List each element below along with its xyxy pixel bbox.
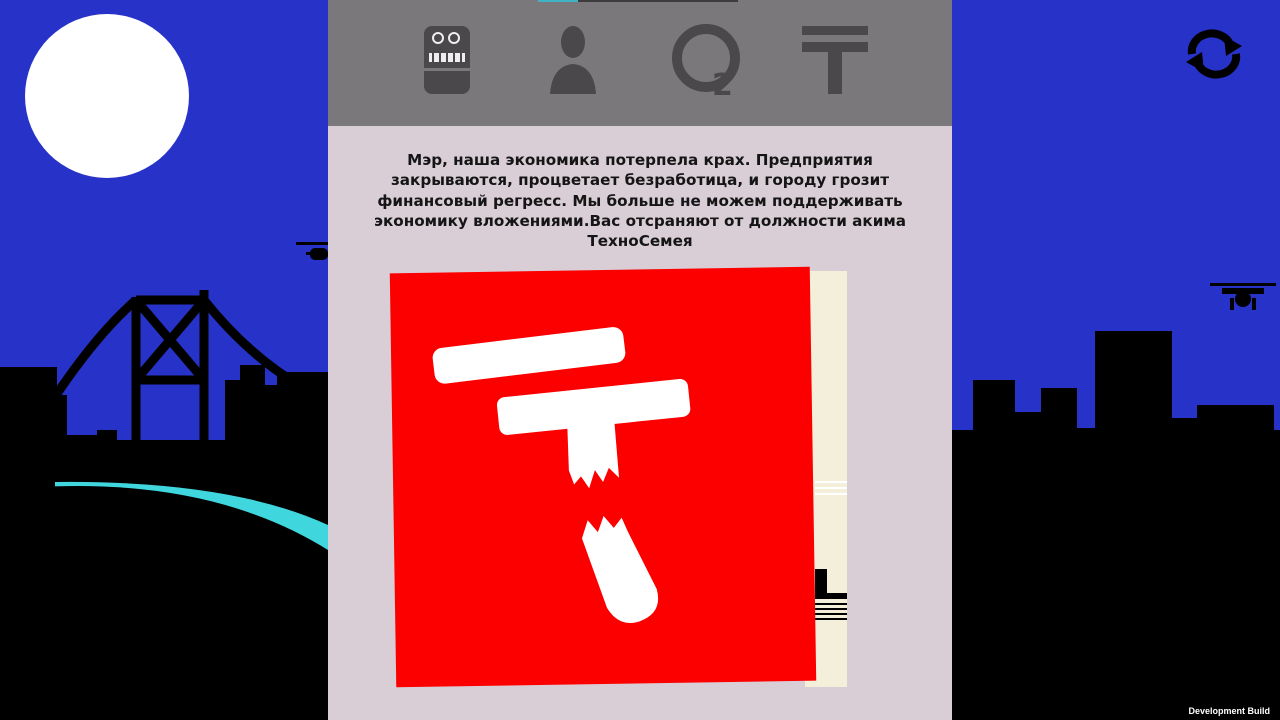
o2-icon[interactable]: 2 xyxy=(670,22,750,100)
svg-text:2: 2 xyxy=(712,68,733,100)
person-icon[interactable] xyxy=(540,22,620,100)
event-message: Мэр, наша экономика потерпела крах. Пред… xyxy=(373,151,907,251)
restart-icon[interactable] xyxy=(1180,28,1248,80)
progress-bar xyxy=(538,0,738,2)
broken-tenge-icon xyxy=(432,327,691,623)
tenge-icon[interactable] xyxy=(796,22,876,100)
decision-card[interactable] xyxy=(389,266,817,688)
moon xyxy=(25,14,189,178)
robot-icon[interactable] xyxy=(414,22,494,100)
stats-bar: 2 xyxy=(328,0,952,126)
development-build-label: Development Build xyxy=(1188,706,1270,716)
